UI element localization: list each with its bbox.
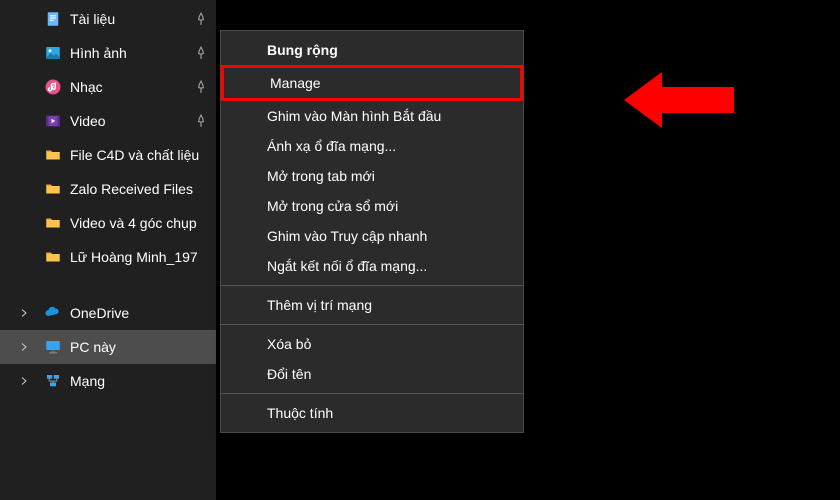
menu-item-label: Ánh xạ ổ đĩa mạng... — [267, 138, 396, 154]
sidebar-item-folder[interactable]: Video và 4 góc chụp — [0, 206, 216, 240]
menu-item-pin-start[interactable]: Ghim vào Màn hình Bắt đầu — [221, 101, 523, 131]
menu-item-disconnect-drive[interactable]: Ngắt kết nối ổ đĩa mạng... — [221, 251, 523, 281]
music-icon — [44, 78, 62, 96]
sidebar-item-music[interactable]: Nhạc — [0, 70, 216, 104]
menu-item-label: Ngắt kết nối ổ đĩa mạng... — [267, 258, 427, 274]
context-menu: Bung rộng Manage Ghim vào Màn hình Bắt đ… — [220, 30, 524, 433]
menu-item-label: Bung rộng — [267, 42, 338, 58]
sidebar-item-folder[interactable]: File C4D và chất liệu — [0, 138, 216, 172]
menu-item-delete[interactable]: Xóa bỏ — [221, 329, 523, 359]
sidebar-item-label: Tài liệu — [70, 11, 115, 27]
monitor-icon — [44, 338, 62, 356]
menu-item-label: Xóa bỏ — [267, 336, 311, 352]
picture-icon — [44, 44, 62, 62]
sidebar-item-label: Nhạc — [70, 79, 103, 95]
menu-separator — [221, 393, 523, 394]
pin-icon — [194, 46, 208, 60]
sidebar-item-label: Hình ảnh — [70, 45, 127, 61]
navigation-sidebar: Tài liệu Hình ảnh Nhạc Video File C4D và… — [0, 0, 216, 500]
menu-item-label: Mở trong cửa sổ mới — [267, 198, 398, 214]
sidebar-item-label: File C4D và chất liệu — [70, 147, 199, 163]
pin-icon — [194, 12, 208, 26]
folder-icon — [44, 214, 62, 232]
menu-separator — [221, 285, 523, 286]
menu-item-label: Manage — [270, 75, 321, 91]
sidebar-item-network[interactable]: Mạng — [0, 364, 216, 398]
folder-icon — [44, 146, 62, 164]
menu-item-open-new-window[interactable]: Mở trong cửa sổ mới — [221, 191, 523, 221]
sidebar-item-label: Mạng — [70, 373, 105, 389]
folder-icon — [44, 180, 62, 198]
menu-item-map-drive[interactable]: Ánh xạ ổ đĩa mạng... — [221, 131, 523, 161]
menu-item-pin-quick-access[interactable]: Ghim vào Truy cập nhanh — [221, 221, 523, 251]
sidebar-item-video[interactable]: Video — [0, 104, 216, 138]
sidebar-item-folder[interactable]: Lữ Hoàng Minh_197 — [0, 240, 216, 274]
menu-item-manage[interactable]: Manage — [221, 65, 523, 101]
sidebar-item-label: Video và 4 góc chụp — [70, 215, 197, 231]
folder-icon — [44, 248, 62, 266]
sidebar-item-label: OneDrive — [70, 305, 129, 321]
chevron-right-icon — [18, 307, 30, 319]
document-icon — [44, 10, 62, 28]
sidebar-item-this-pc[interactable]: PC này — [0, 330, 216, 364]
menu-separator — [221, 324, 523, 325]
sidebar-item-label: Lữ Hoàng Minh_197 — [70, 249, 198, 265]
chevron-right-icon — [18, 341, 30, 353]
pin-icon — [194, 114, 208, 128]
sidebar-item-folder[interactable]: Zalo Received Files — [0, 172, 216, 206]
video-icon — [44, 112, 62, 130]
menu-item-rename[interactable]: Đổi tên — [221, 359, 523, 389]
pin-icon — [194, 80, 208, 94]
menu-item-add-network-location[interactable]: Thêm vị trí mạng — [221, 290, 523, 320]
section-divider — [0, 274, 216, 296]
menu-item-open-new-tab[interactable]: Mở trong tab mới — [221, 161, 523, 191]
sidebar-item-label: Video — [70, 113, 106, 129]
sidebar-item-label: Zalo Received Files — [70, 181, 193, 197]
network-icon — [44, 372, 62, 390]
menu-item-label: Ghim vào Truy cập nhanh — [267, 228, 427, 244]
sidebar-item-onedrive[interactable]: OneDrive — [0, 296, 216, 330]
menu-item-label: Mở trong tab mới — [267, 168, 375, 184]
menu-item-expand[interactable]: Bung rộng — [221, 35, 523, 65]
annotation-arrow-icon — [624, 72, 734, 128]
menu-item-label: Ghim vào Màn hình Bắt đầu — [267, 108, 441, 124]
chevron-right-icon — [18, 375, 30, 387]
sidebar-item-documents[interactable]: Tài liệu — [0, 2, 216, 36]
menu-item-label: Đổi tên — [267, 366, 311, 382]
cloud-icon — [44, 304, 62, 322]
menu-item-label: Thuộc tính — [267, 405, 333, 421]
menu-item-properties[interactable]: Thuộc tính — [221, 398, 523, 428]
sidebar-item-pictures[interactable]: Hình ảnh — [0, 36, 216, 70]
menu-item-label: Thêm vị trí mạng — [267, 297, 372, 313]
sidebar-item-label: PC này — [70, 339, 116, 355]
